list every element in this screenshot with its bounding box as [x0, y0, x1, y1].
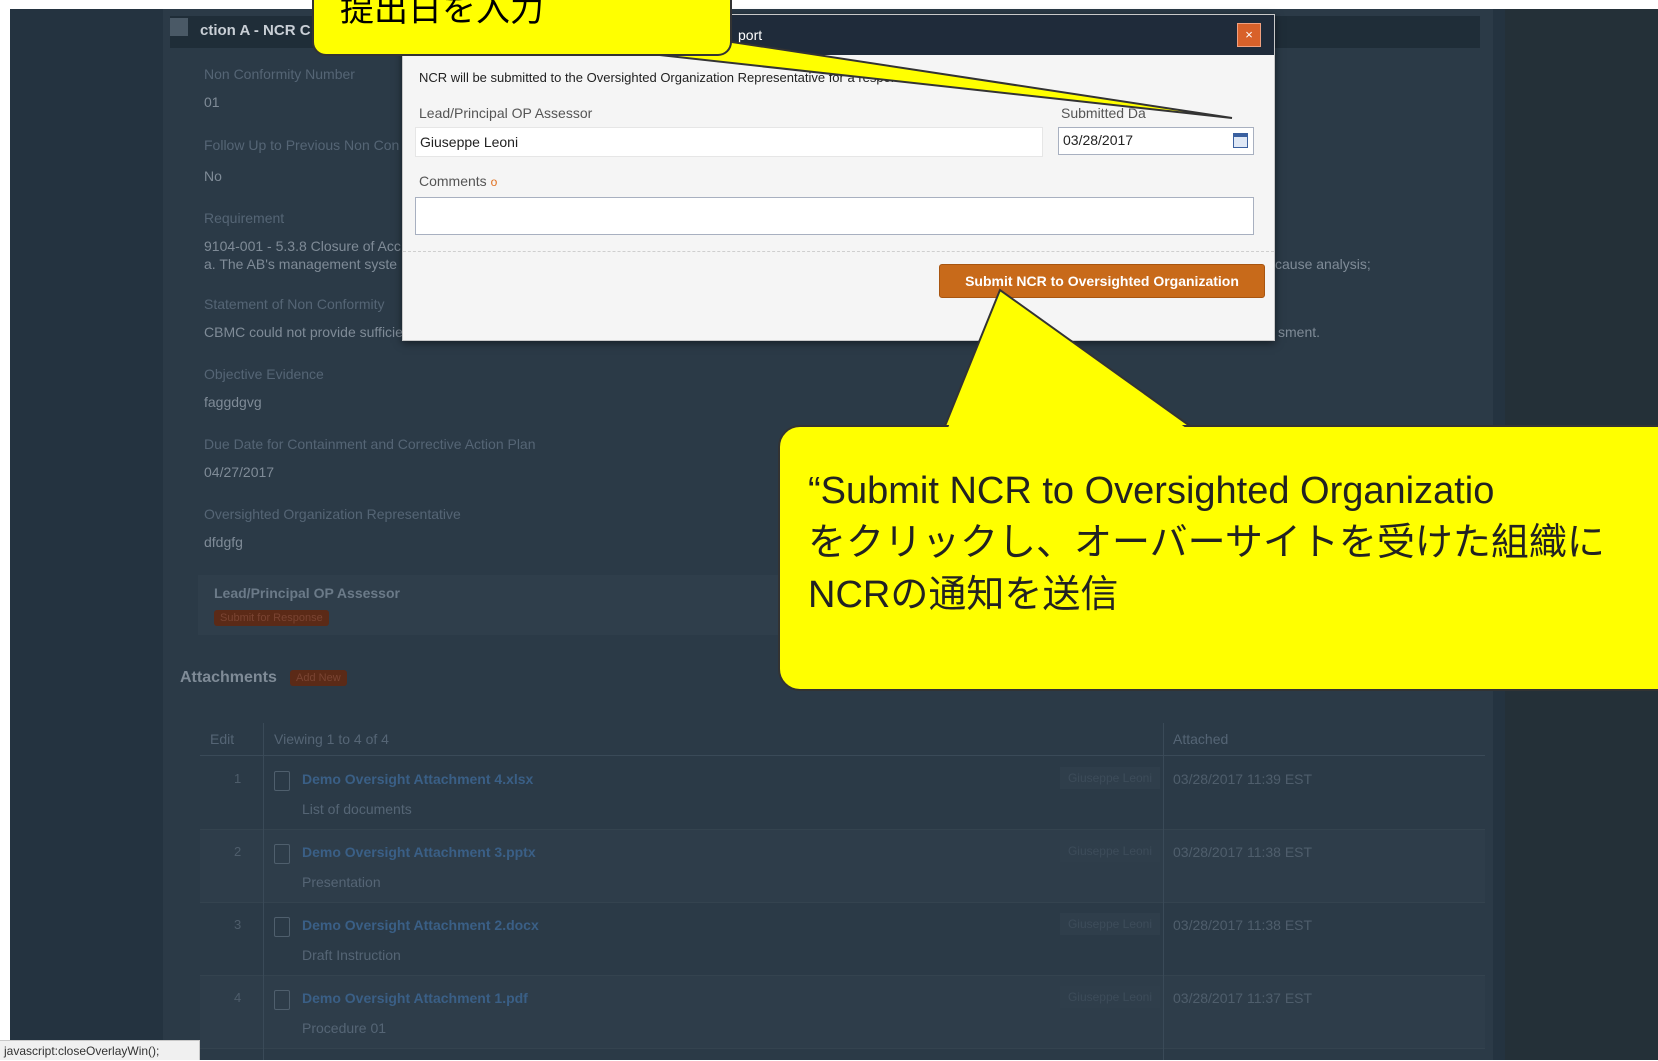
callout-seam [948, 294, 1186, 428]
status-bar: javascript:closeOverlayWin(); [0, 1040, 200, 1060]
